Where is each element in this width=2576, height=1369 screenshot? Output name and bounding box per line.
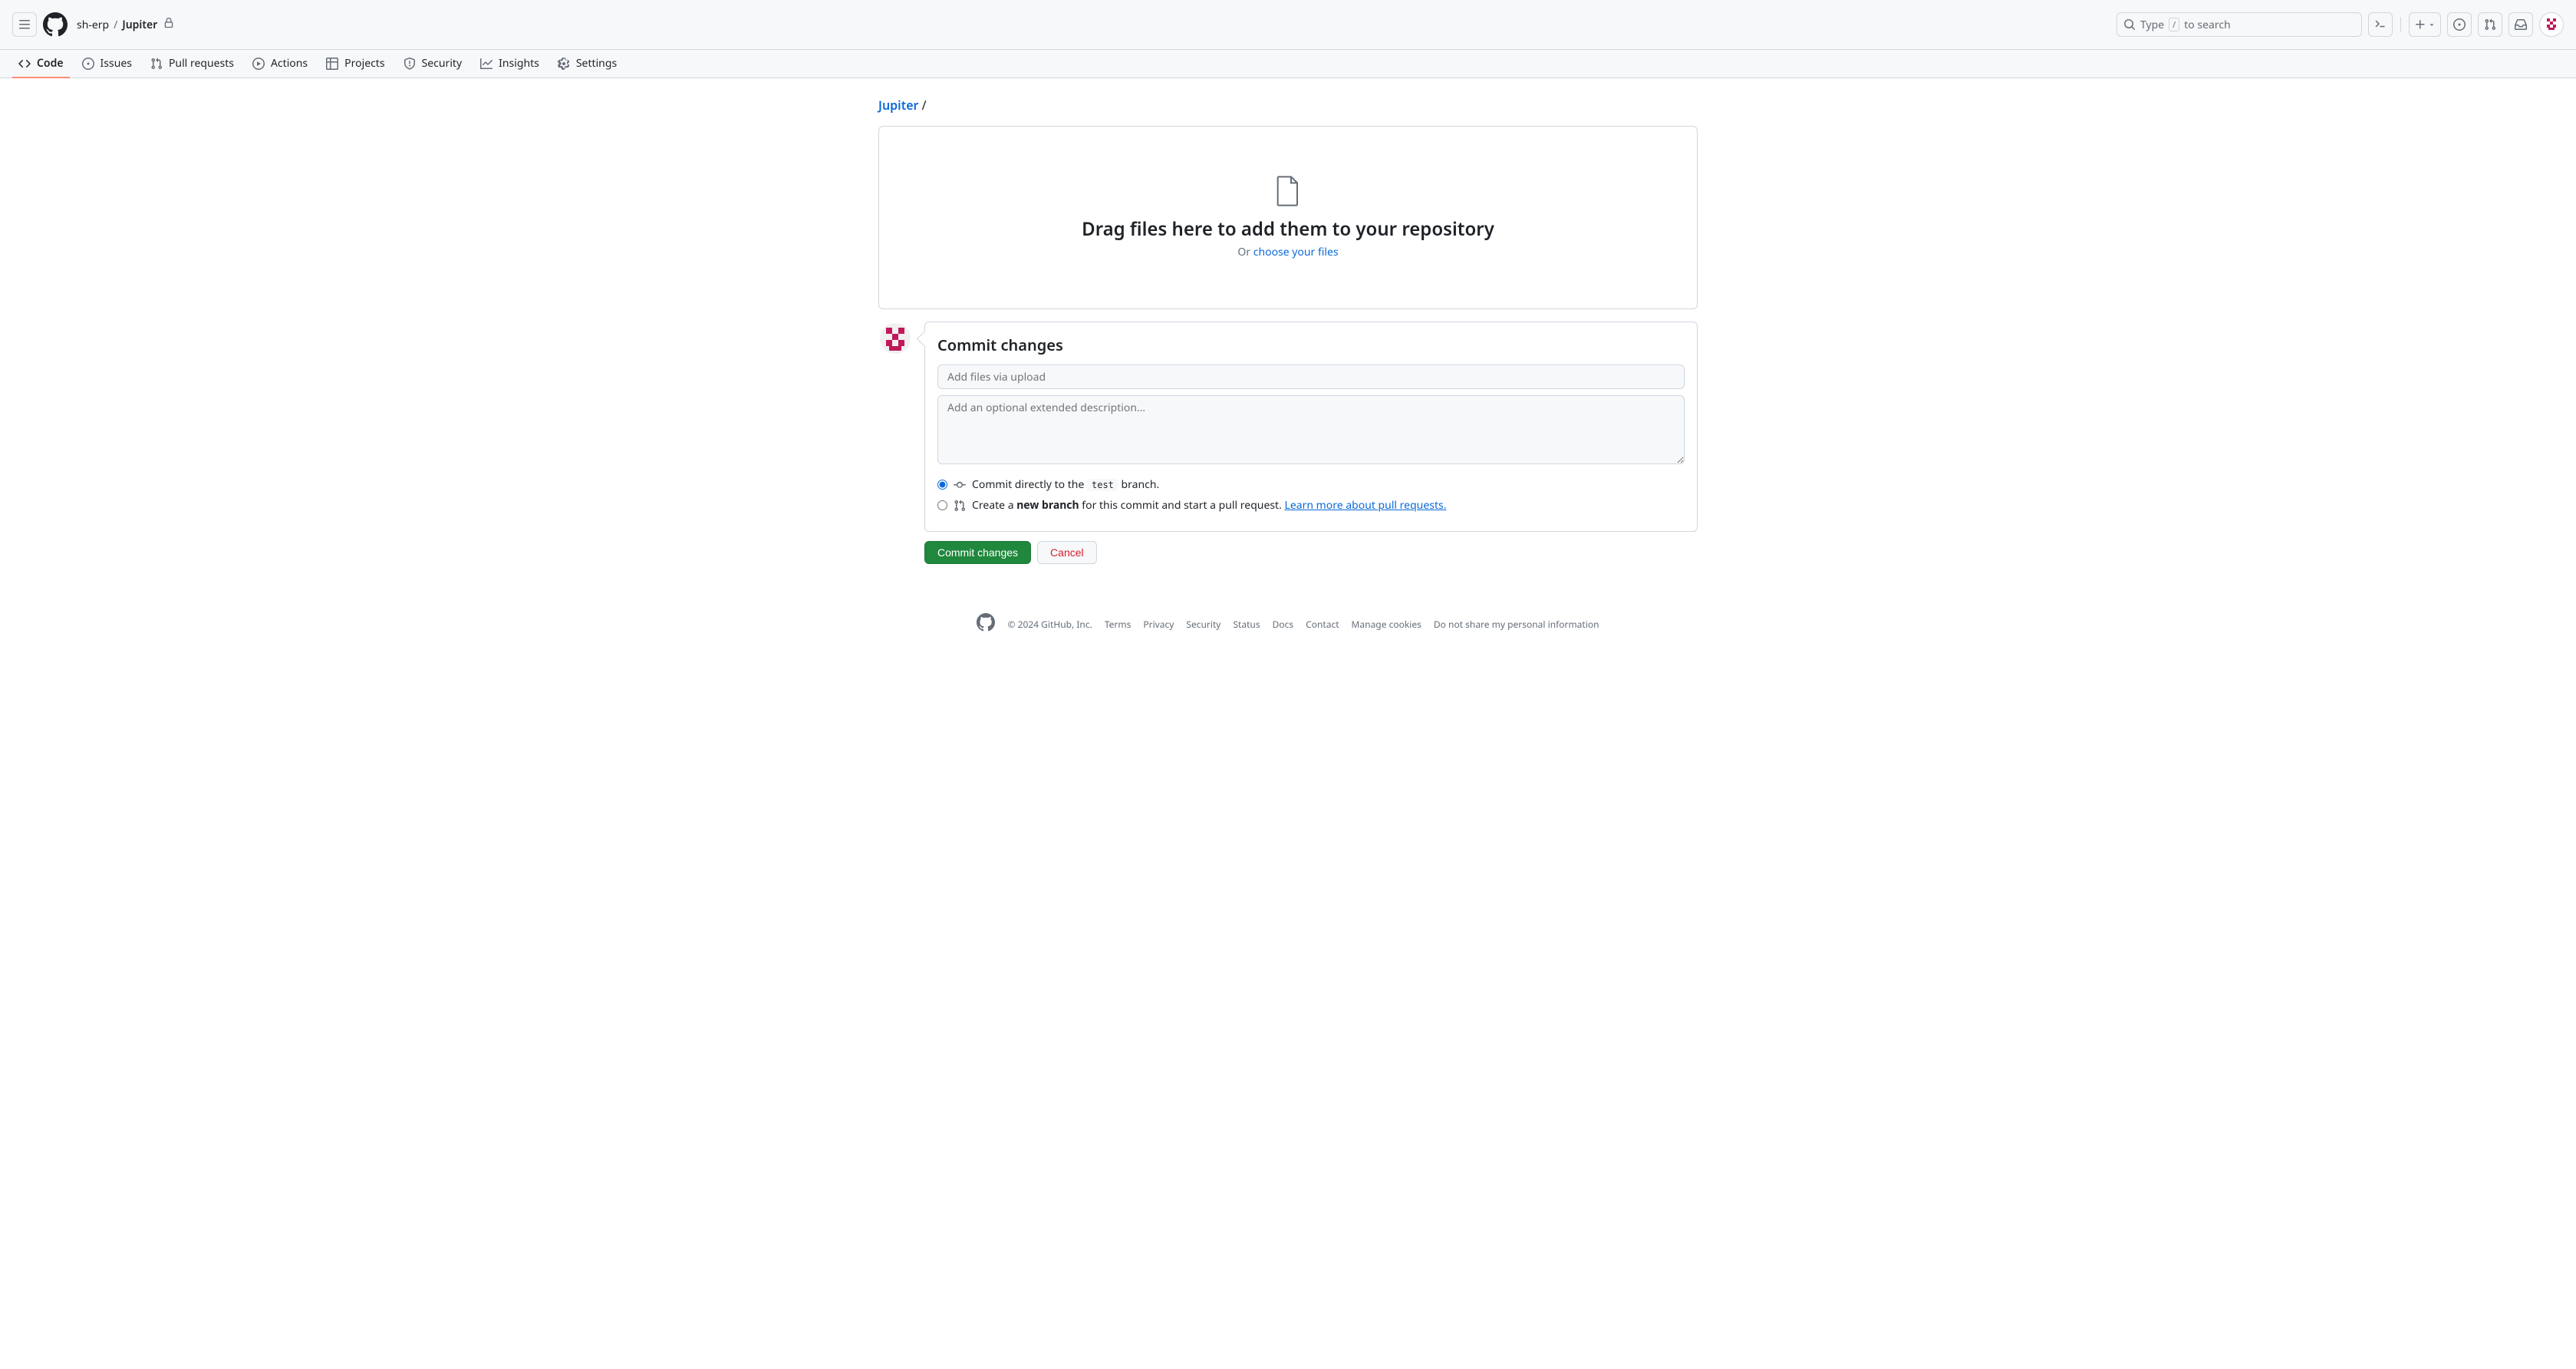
repo-link[interactable]: Jupiter: [122, 18, 157, 32]
divider: [2400, 17, 2401, 32]
commit-description-input[interactable]: [937, 395, 1685, 464]
footer-link-terms[interactable]: Terms: [1105, 618, 1132, 631]
file-icon: [904, 176, 1672, 210]
main-content: Jupiter / Drag files here to add them to…: [866, 78, 1710, 582]
tab-label: Actions: [271, 56, 308, 71]
play-icon: [252, 58, 265, 70]
footer-link-privacy[interactable]: Privacy: [1143, 618, 1174, 631]
footer-do-not-share[interactable]: Do not share my personal information: [1434, 618, 1599, 631]
tab-label: Security: [422, 56, 463, 71]
footer-manage-cookies[interactable]: Manage cookies: [1352, 618, 1421, 631]
tab-code[interactable]: Code: [12, 50, 70, 78]
dropzone-subtext: Or choose your files: [904, 245, 1672, 259]
hamburger-icon: [18, 18, 31, 31]
tab-insights[interactable]: Insights: [474, 50, 545, 78]
owner-link[interactable]: sh-erp: [77, 18, 109, 32]
commit-direct-option[interactable]: Commit directly to the test branch.: [937, 477, 1685, 492]
learn-pr-link[interactable]: Learn more about pull requests.: [1285, 498, 1447, 513]
file-dropzone[interactable]: Drag files here to add them to your repo…: [878, 126, 1698, 309]
github-logo[interactable]: [43, 12, 68, 37]
command-palette-button[interactable]: [2368, 12, 2393, 37]
commit-button[interactable]: Commit changes: [924, 541, 1031, 564]
commit-branch-option[interactable]: Create a new branch for this commit and …: [937, 498, 1685, 513]
path-repo-link[interactable]: Jupiter: [878, 97, 919, 114]
commit-form: Commit changes Commit directly to the te…: [924, 322, 1698, 532]
tab-settings[interactable]: Settings: [552, 50, 623, 78]
tab-label: Pull requests: [169, 56, 234, 71]
avatar-identicon: [880, 323, 911, 354]
github-mark-icon: [43, 12, 68, 37]
footer-link-contact[interactable]: Contact: [1306, 618, 1339, 631]
tab-pull-requests[interactable]: Pull requests: [144, 50, 240, 78]
issue-opened-icon: [82, 58, 94, 70]
branch-tag: test: [1087, 479, 1118, 491]
git-pull-request-icon: [954, 500, 966, 512]
commit-title: Commit changes: [937, 335, 1685, 355]
tab-security[interactable]: Security: [397, 50, 469, 78]
commit-summary-input[interactable]: [937, 365, 1685, 389]
app-header: sh-erp / Jupiter Type / to search: [0, 0, 2576, 50]
commit-actions: Commit changes Cancel: [924, 541, 1698, 564]
plus-icon: [2414, 18, 2426, 31]
search-kbd: /: [2169, 18, 2179, 31]
path-sep: /: [922, 97, 927, 114]
notifications-button[interactable]: [2508, 12, 2533, 37]
path-breadcrumb: Jupiter /: [878, 97, 1698, 114]
commit-section: Commit changes Commit directly to the te…: [878, 322, 1698, 532]
tab-label: Issues: [100, 56, 132, 71]
gear-icon: [558, 58, 570, 70]
tab-label: Insights: [499, 56, 539, 71]
tab-label: Settings: [576, 56, 617, 71]
dropzone-title: Drag files here to add them to your repo…: [904, 216, 1672, 242]
triangle-down-icon: [2428, 21, 2436, 28]
footer-link-security[interactable]: Security: [1186, 618, 1220, 631]
code-icon: [18, 58, 31, 70]
table-icon: [326, 58, 338, 70]
user-avatar[interactable]: [2539, 12, 2564, 37]
commit-avatar[interactable]: [878, 322, 912, 355]
tab-label: Projects: [344, 56, 384, 71]
option-text: Commit directly to the test branch.: [972, 477, 1159, 492]
git-pull-request-icon: [2484, 18, 2496, 31]
footer-link-docs[interactable]: Docs: [1273, 618, 1294, 631]
lock-icon: [163, 18, 174, 32]
avatar-identicon: [2544, 17, 2559, 32]
cancel-button[interactable]: Cancel: [1037, 541, 1097, 564]
git-pull-request-icon: [150, 58, 163, 70]
command-palette-icon: [2374, 18, 2387, 31]
inbox-icon: [2515, 18, 2527, 31]
commit-direct-radio[interactable]: [937, 480, 947, 490]
option-text: Create a new branch for this commit and …: [972, 498, 1446, 513]
choose-files-link[interactable]: choose your files: [1253, 245, 1339, 259]
hamburger-menu-button[interactable]: [12, 12, 37, 37]
search-text-suffix: to search: [2184, 18, 2231, 32]
header-actions: [2368, 12, 2564, 37]
copyright: © 2024 GitHub, Inc.: [1007, 618, 1092, 631]
search-input[interactable]: Type / to search: [2116, 12, 2362, 37]
repo-nav: Code Issues Pull requests Actions Projec…: [0, 50, 2576, 78]
create-new-button[interactable]: [2409, 12, 2441, 37]
commit-branch-radio[interactable]: [937, 500, 947, 510]
footer-link-status[interactable]: Status: [1233, 618, 1260, 631]
issues-button[interactable]: [2447, 12, 2472, 37]
footer: © 2024 GitHub, Inc. Terms Privacy Securi…: [797, 613, 1779, 635]
github-mark-icon: [977, 613, 995, 632]
git-commit-icon: [954, 479, 966, 491]
issue-opened-icon: [2453, 18, 2466, 31]
tab-issues[interactable]: Issues: [76, 50, 138, 78]
tab-actions[interactable]: Actions: [246, 50, 314, 78]
shield-icon: [404, 58, 416, 70]
graph-icon: [480, 58, 492, 70]
search-icon: [2123, 18, 2136, 31]
pull-requests-button[interactable]: [2478, 12, 2502, 37]
github-logo-small[interactable]: [977, 613, 995, 635]
tab-label: Code: [37, 56, 64, 71]
tab-projects[interactable]: Projects: [320, 50, 390, 78]
search-text-prefix: Type: [2140, 18, 2164, 32]
breadcrumb: sh-erp / Jupiter: [77, 18, 174, 32]
breadcrumb-sep: /: [114, 18, 117, 32]
